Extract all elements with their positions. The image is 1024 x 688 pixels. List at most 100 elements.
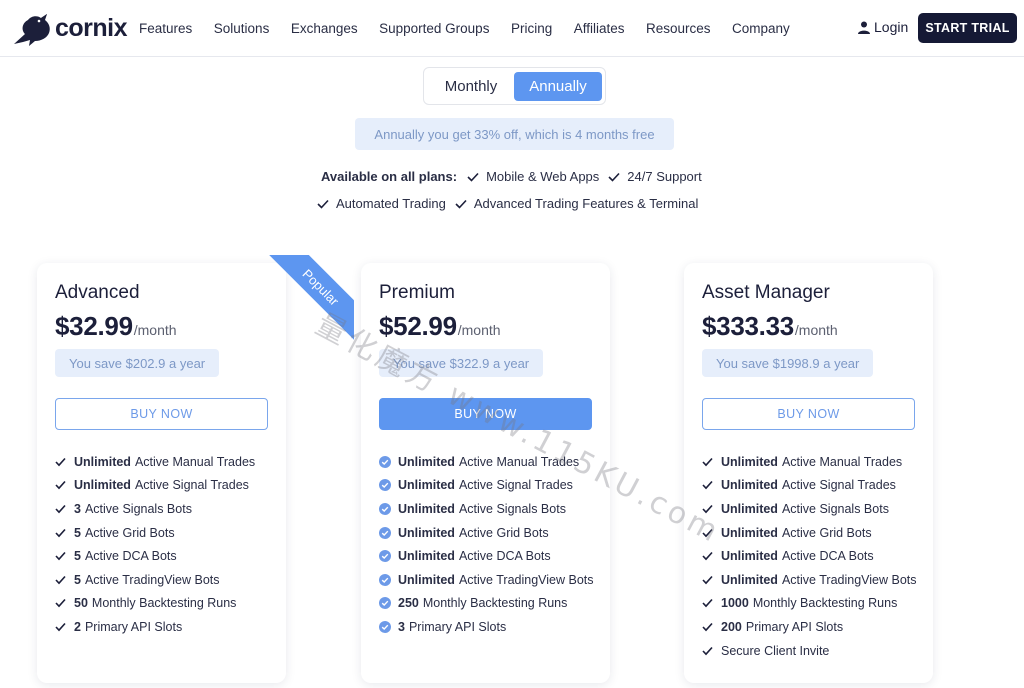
- feature-list: Unlimited Active Manual Trades Unlimited Ac…: [379, 450, 594, 639]
- plan-price: $32.99 /month: [55, 311, 177, 342]
- nav-resources[interactable]: Resources: [646, 21, 711, 36]
- feature-highlight: 5: [74, 572, 81, 587]
- feature-highlight: Unlimited: [721, 525, 778, 540]
- nav-exchanges[interactable]: Exchanges: [291, 21, 358, 36]
- available-row-2: Automated Trading Advanced Trading Featu…: [317, 196, 707, 211]
- popular-ribbon: Popular: [262, 255, 354, 347]
- feature-text: Active Signal Trades: [781, 478, 896, 493]
- plan-name: Advanced: [55, 282, 140, 303]
- feature-item: Unlimited Active TradingView Bots: [379, 568, 594, 592]
- login-label: Login: [874, 19, 909, 35]
- nav-affiliates[interactable]: Affiliates: [574, 21, 625, 36]
- feature-item: Unlimited Active Manual Trades: [379, 450, 594, 474]
- feature-item: Unlimited Active Signals Bots: [379, 497, 594, 521]
- feature-item: Unlimited Active Manual Trades: [702, 450, 917, 474]
- check-icon: [55, 622, 66, 632]
- nav-features[interactable]: Features: [139, 21, 192, 36]
- plan-card-premium: Premium $52.99 /month You save $322.9 a …: [361, 263, 610, 683]
- buy-now-button[interactable]: BUY NOW: [379, 398, 592, 430]
- plan-card-asset-manager: Asset Manager $333.33 /month You save $1…: [684, 263, 933, 683]
- main-nav: Features Solutions Exchanges Supported G…: [139, 0, 811, 57]
- user-icon: [858, 21, 870, 34]
- feature-item: Unlimited Active Grid Bots: [379, 521, 594, 545]
- feature-text: Active Grid Bots: [458, 525, 549, 540]
- nav-supported-groups[interactable]: Supported Groups: [379, 21, 489, 36]
- plan-name: Asset Manager: [702, 282, 830, 303]
- feature-text: Secure Client Invite: [721, 643, 830, 658]
- billing-toggle: Monthly Annually: [423, 67, 606, 105]
- check-icon: [702, 646, 713, 655]
- check-icon: [55, 599, 66, 608]
- savings-badge: You save $202.9 a year: [55, 349, 220, 377]
- nav-solutions[interactable]: Solutions: [214, 21, 270, 36]
- price-period: /month: [457, 322, 501, 338]
- check-circle-icon: [379, 620, 391, 633]
- feature-highlight: 50: [74, 596, 88, 611]
- check-circle-icon: [379, 550, 391, 563]
- feature-highlight: 200: [721, 619, 742, 634]
- feature-text: Active Manual Trades: [781, 454, 903, 469]
- feature-text: Active DCA Bots: [458, 549, 551, 564]
- feature-highlight: Unlimited: [398, 525, 455, 540]
- savings-badge: You save $322.9 a year: [379, 349, 544, 377]
- price-amount: $333.33: [702, 311, 794, 341]
- toggle-annually[interactable]: Annually: [514, 72, 602, 101]
- feature-text: Primary API Slots: [84, 619, 183, 634]
- available-label: Available on all plans:: [321, 169, 458, 184]
- feature-text: Active TradingView Bots: [458, 572, 594, 587]
- toggle-monthly[interactable]: Monthly: [428, 72, 514, 101]
- feature-text: Monthly Backtesting Runs: [752, 596, 898, 611]
- feature-item: Unlimited Active Manual Trades: [55, 450, 255, 474]
- start-trial-button[interactable]: START TRIAL: [918, 13, 1017, 43]
- available-item: Advanced Trading Features & Terminal: [455, 196, 698, 211]
- feature-highlight: Unlimited: [74, 478, 131, 493]
- feature-highlight: 2: [74, 619, 81, 634]
- feature-item: Unlimited Active Signal Trades: [702, 474, 917, 498]
- buy-now-button[interactable]: BUY NOW: [55, 398, 268, 430]
- plan-card-advanced: Advanced $32.99 /month You save $202.9 a…: [37, 263, 286, 683]
- feature-highlight: 5: [74, 549, 81, 564]
- feature-text: Active TradingView Bots: [781, 572, 917, 587]
- feature-text: Active DCA Bots: [84, 549, 177, 564]
- nav-company[interactable]: Company: [732, 21, 790, 36]
- login-link[interactable]: Login: [858, 19, 908, 35]
- feature-item: Unlimited Active DCA Bots: [379, 544, 594, 568]
- brand-logo[interactable]: cornix: [11, 8, 128, 48]
- feature-highlight: 1000: [721, 596, 749, 611]
- check-circle-icon: [379, 455, 391, 468]
- savings-badge: You save $1998.9 a year: [702, 349, 874, 377]
- check-circle-icon: [379, 479, 391, 492]
- nav-pricing[interactable]: Pricing: [511, 21, 552, 36]
- feature-list: Unlimited Active Manual Trades Unlimited Ac…: [55, 450, 255, 639]
- feature-highlight: Unlimited: [721, 572, 778, 587]
- check-icon: [608, 172, 620, 182]
- price-period: /month: [794, 322, 838, 338]
- feature-highlight: 250: [398, 596, 419, 611]
- feature-text: Active Signals Bots: [458, 501, 566, 516]
- check-icon: [55, 528, 66, 537]
- raven-icon: [14, 14, 50, 46]
- buy-now-button[interactable]: BUY NOW: [702, 398, 915, 430]
- feature-text: Active Signal Trades: [134, 478, 249, 493]
- check-icon: [702, 528, 713, 537]
- check-icon: [455, 199, 467, 209]
- feature-list: Unlimited Active Manual Trades Unlimited Ac…: [702, 450, 917, 662]
- feature-highlight: Unlimited: [74, 454, 131, 469]
- feature-highlight: Unlimited: [398, 572, 455, 587]
- feature-item: 1000 Monthly Backtesting Runs: [702, 592, 917, 616]
- feature-item: 3 Active Signals Bots: [55, 497, 255, 521]
- top-navbar: cornix Features Solutions Exchanges Supp…: [0, 0, 1024, 57]
- check-icon: [55, 481, 66, 490]
- available-item: Mobile & Web Apps: [467, 169, 599, 184]
- price-period: /month: [133, 322, 177, 338]
- check-icon: [702, 504, 713, 514]
- popular-badge: Popular: [262, 255, 354, 347]
- feature-item: Unlimited Active DCA Bots: [702, 544, 917, 568]
- feature-item: 5 Active Grid Bots: [55, 521, 255, 545]
- check-icon: [55, 457, 66, 467]
- check-icon: [317, 199, 329, 209]
- check-icon: [55, 575, 66, 585]
- feature-text: Active Grid Bots: [781, 525, 872, 540]
- check-icon: [702, 552, 713, 561]
- check-icon: [55, 504, 66, 514]
